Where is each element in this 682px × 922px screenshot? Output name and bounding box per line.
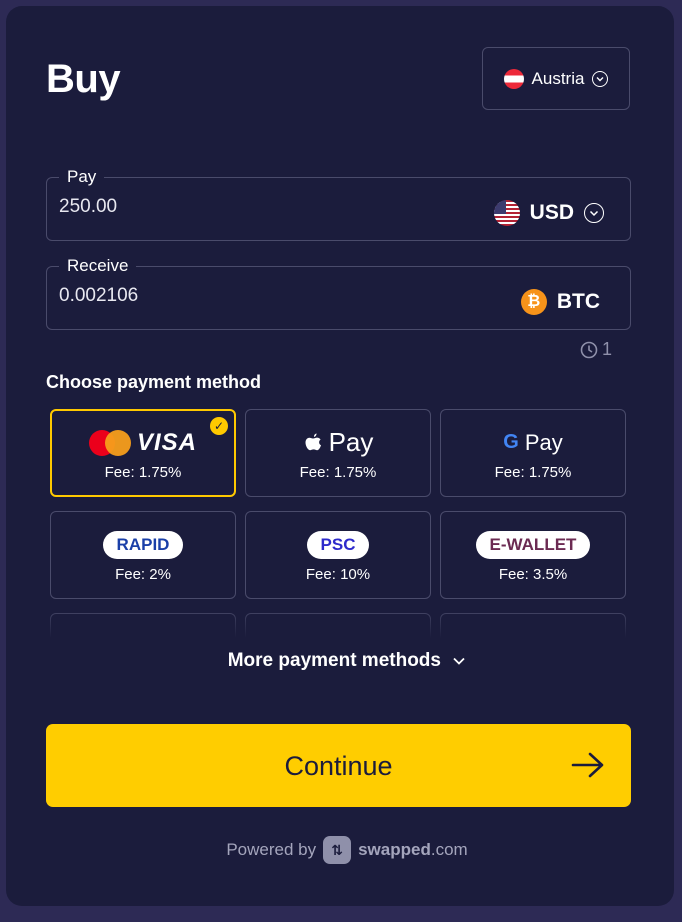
receive-label: Receive [59, 255, 137, 277]
google-pay-logo: G Pay [503, 426, 562, 460]
buy-widget: Buy Austria Pay USD Receive ₿ BTC 1 [6, 6, 674, 906]
arrow-right-icon [571, 752, 604, 778]
timer-value: 1 [602, 339, 613, 359]
country-selector[interactable]: Austria [482, 47, 630, 110]
chevron-down-icon [592, 70, 609, 87]
rapid-logo: RAPID [102, 528, 184, 562]
us-flag-icon [493, 200, 520, 226]
e-wallet-logo: E-WALLET [475, 528, 591, 562]
more-payment-methods-button[interactable]: More payment methods [6, 650, 682, 672]
pay-label: Pay [59, 166, 105, 188]
payment-method-title: Choose payment method [46, 372, 262, 392]
payment-method-google-pay[interactable]: G Pay Fee: 1.75% [440, 409, 626, 497]
receive-field: Receive ₿ BTC [46, 255, 631, 330]
pay-currency-selector[interactable]: USD [493, 200, 604, 226]
chevron-down-icon [584, 203, 604, 223]
mastercard-icon [88, 429, 131, 456]
chevron-down-icon [453, 657, 465, 665]
pay-amount-input[interactable] [59, 196, 359, 218]
payment-fee: Fee: 10% [305, 565, 371, 583]
rapid-logo-text: RAPID [102, 530, 184, 559]
google-pay-text: Pay [524, 429, 563, 455]
card-logo: VISA [88, 426, 197, 460]
receive-currency: ₿ BTC [520, 289, 600, 315]
google-g-icon: G [503, 431, 519, 453]
continue-button[interactable]: Continue [46, 724, 631, 807]
payment-method-e-wallet[interactable]: E-WALLET Fee: 3.5% [440, 511, 626, 599]
receive-amount-input[interactable] [59, 285, 359, 307]
clock-icon [580, 341, 598, 358]
powered-by-footer: Powered by ⇅ swapped.com [6, 836, 682, 864]
payment-fee: Fee: 3.5% [498, 565, 568, 583]
check-icon: ✓ [210, 417, 228, 435]
bitcoin-icon: ₿ [520, 289, 547, 315]
receive-currency-code: BTC [556, 290, 600, 313]
pay-currency-code: USD [529, 201, 574, 224]
psc-logo-text: PSC [306, 530, 370, 559]
payment-fee: Fee: 2% [115, 565, 171, 583]
psc-logo: PSC [306, 528, 370, 562]
powered-by-text: Powered by [226, 840, 317, 859]
apple-pay-text: Pay [328, 427, 374, 457]
apple-icon [305, 433, 321, 450]
method-grid-fade [50, 606, 628, 646]
apple-pay-logo: Pay [303, 426, 374, 460]
continue-label: Continue [284, 751, 393, 781]
country-name: Austria [531, 68, 585, 88]
page-title: Buy [46, 57, 121, 101]
payment-method-apple-pay[interactable]: Pay Fee: 1.75% [245, 409, 431, 497]
visa-logo-text: VISA [136, 428, 197, 456]
austria-flag-icon [503, 68, 524, 89]
quote-timer: 1 [580, 339, 612, 360]
payment-method-rapid[interactable]: RAPID Fee: 2% [50, 511, 236, 599]
pay-field: Pay USD [46, 166, 631, 241]
payment-fee: Fee: 1.75% [104, 463, 182, 481]
payment-fee: Fee: 1.75% [299, 463, 377, 481]
swapped-brand: swapped.com [358, 840, 468, 859]
e-wallet-logo-text: E-WALLET [475, 530, 591, 559]
swapped-logo-icon: ⇅ [323, 836, 352, 864]
payment-fee: Fee: 1.75% [494, 463, 572, 481]
more-payment-methods-label: More payment methods [227, 650, 441, 671]
payment-method-card-visa[interactable]: ✓ VISA Fee: 1.75% [50, 409, 236, 497]
payment-method-psc[interactable]: PSC Fee: 10% [245, 511, 431, 599]
